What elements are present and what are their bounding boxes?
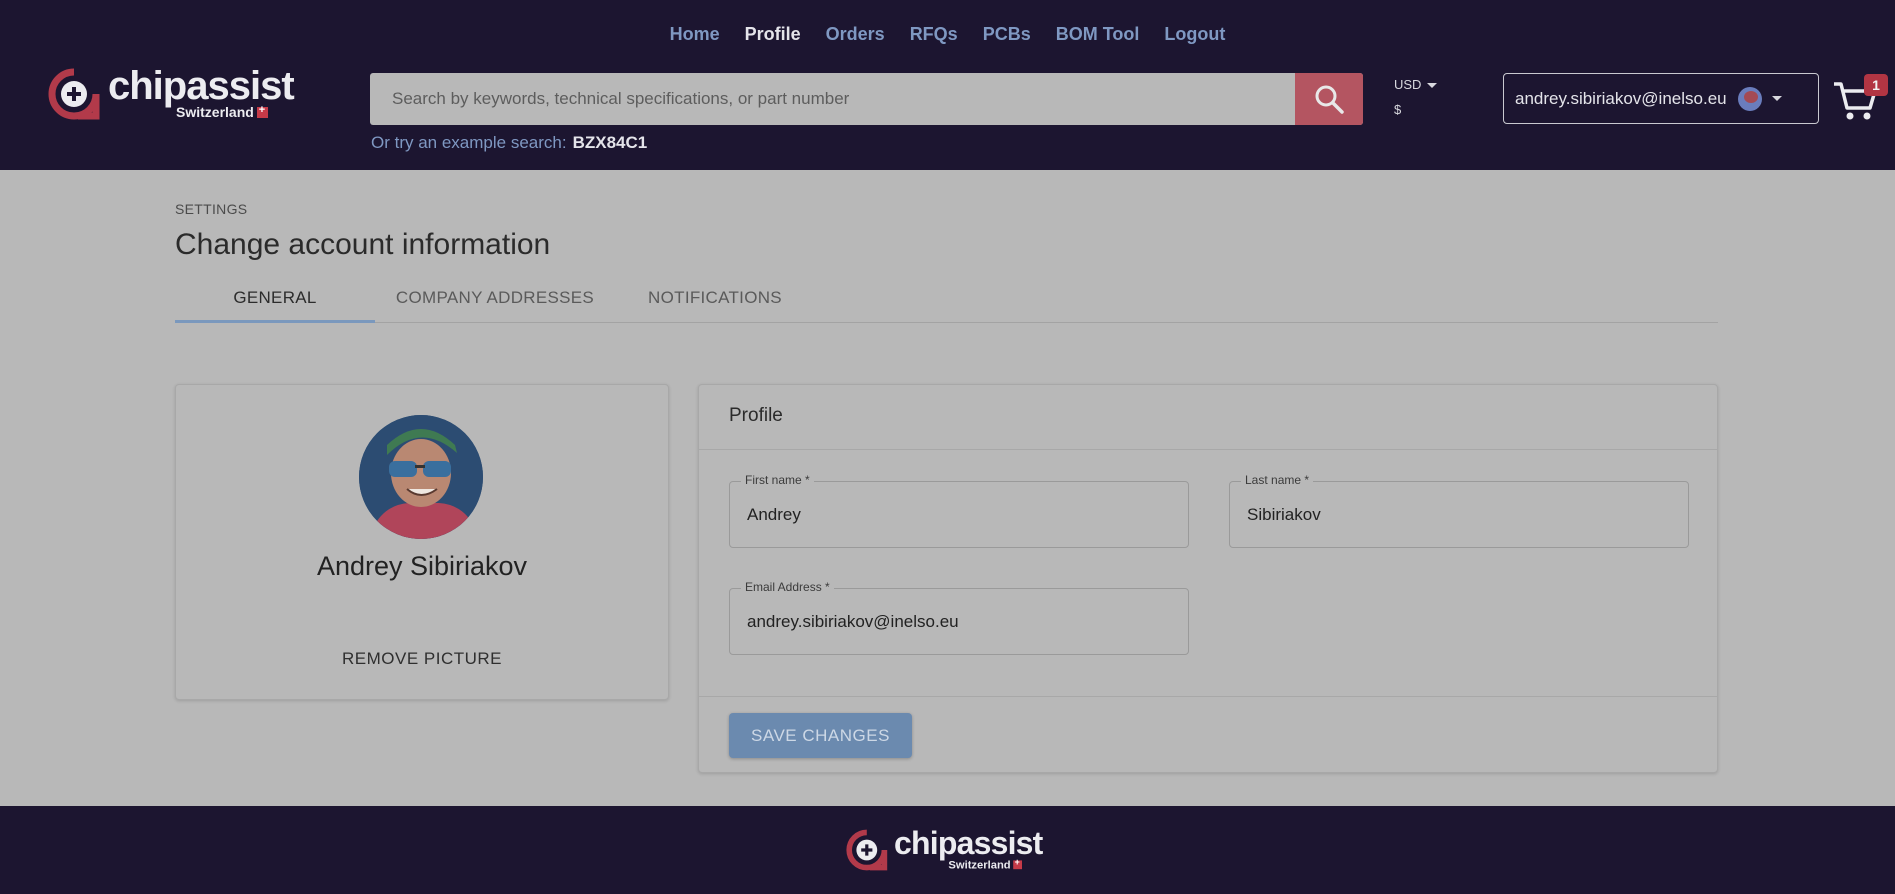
footer-chipassist-logo[interactable]: chipassist Switzerland	[846, 826, 1046, 874]
nav-pcbs-link[interactable]: PCBs	[983, 24, 1031, 45]
search-bar	[370, 73, 1363, 125]
search-input[interactable]	[370, 73, 1295, 125]
chevron-down-icon	[1427, 83, 1438, 89]
breadcrumb: SETTINGS	[175, 201, 248, 217]
settings-tabs: GENERAL COMPANY ADDRESSES NOTIFICATIONS	[175, 287, 1718, 323]
brand-region-text: Switzerland	[176, 104, 254, 120]
first-name-field: First name *	[729, 473, 1189, 548]
currency-code: USD	[1394, 77, 1422, 92]
cart-count-badge: 1	[1864, 74, 1888, 96]
avatar-photo	[359, 415, 483, 539]
chipassist-logo-icon	[48, 68, 100, 120]
avatar[interactable]	[359, 415, 483, 539]
tab-notifications[interactable]: NOTIFICATIONS	[615, 287, 815, 323]
site-header: Home Profile Orders RFQs PCBs BOM Tool L…	[0, 0, 1895, 170]
first-name-input[interactable]	[730, 482, 1188, 547]
account-email: andrey.sibiriakov@inelso.eu	[1515, 88, 1727, 108]
tab-general[interactable]: GENERAL	[175, 287, 375, 323]
globe-icon	[1737, 86, 1762, 111]
example-search: Or try an example search: BZX84C1	[371, 133, 647, 153]
email-input[interactable]	[730, 589, 1188, 654]
nav-profile-link[interactable]: Profile	[745, 24, 801, 45]
footer-brand-region-text: Switzerland	[948, 858, 1011, 871]
divider	[699, 449, 1717, 450]
brand-region: Switzerland	[176, 104, 268, 120]
divider	[699, 696, 1717, 697]
example-search-prefix: Or try an example search:	[371, 133, 567, 152]
search-icon	[1315, 85, 1344, 114]
account-menu[interactable]: andrey.sibiriakov@inelso.eu	[1503, 73, 1819, 124]
chipassist-logo[interactable]: chipassist Switzerland	[48, 64, 298, 124]
nav-rfqs-link[interactable]: RFQs	[910, 24, 958, 45]
example-search-term[interactable]: BZX84C1	[573, 133, 648, 152]
settings-page: SETTINGS Change account information GENE…	[0, 170, 1895, 806]
top-navigation: Home Profile Orders RFQs PCBs BOM Tool L…	[0, 24, 1895, 45]
swiss-flag-icon	[1013, 858, 1022, 870]
currency-symbol: $	[1394, 102, 1402, 117]
save-changes-button[interactable]: SAVE CHANGES	[729, 713, 912, 758]
email-field: Email Address *	[729, 580, 1189, 655]
profile-form-card: Profile First name * Last name * Email A…	[698, 384, 1718, 773]
nav-logout-link[interactable]: Logout	[1164, 24, 1225, 45]
nav-bom-tool-link[interactable]: BOM Tool	[1056, 24, 1140, 45]
user-full-name: Andrey Sibiriakov	[316, 551, 528, 581]
nav-orders-link[interactable]: Orders	[826, 24, 885, 45]
currency-selector[interactable]: USD $	[1394, 77, 1438, 117]
avatar-card: Andrey Sibiriakov REMOVE PICTURE	[175, 384, 669, 700]
profile-card-title: Profile	[729, 405, 783, 426]
footer-brand-region: Switzerland	[948, 858, 1022, 871]
chevron-down-icon	[1771, 96, 1782, 101]
remove-picture-button[interactable]: REMOVE PICTURE	[176, 649, 668, 669]
cart-button[interactable]: 1	[1832, 74, 1888, 122]
chipassist-logo-icon	[846, 829, 888, 871]
last-name-field: Last name *	[1229, 473, 1689, 548]
nav-home-link[interactable]: Home	[670, 24, 720, 45]
brand-name: chipassist	[108, 64, 295, 108]
search-button[interactable]	[1295, 73, 1363, 125]
footer-brand-name: chipassist	[894, 826, 1043, 862]
swiss-flag-icon	[256, 104, 268, 118]
page-title: Change account information	[175, 228, 551, 261]
tab-company-addresses[interactable]: COMPANY ADDRESSES	[375, 287, 615, 323]
site-footer: chipassist Switzerland	[0, 806, 1895, 894]
last-name-input[interactable]	[1230, 482, 1688, 547]
